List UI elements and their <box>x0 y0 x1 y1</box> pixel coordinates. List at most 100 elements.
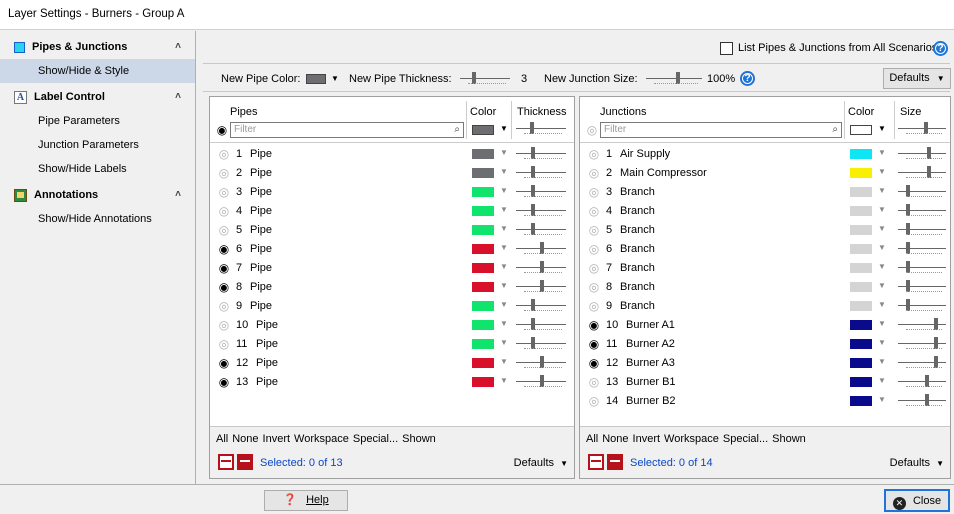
row-slider[interactable] <box>516 337 566 351</box>
row-color-swatch[interactable] <box>850 206 872 216</box>
chevron-down-icon[interactable]: ▼ <box>878 357 886 366</box>
chevron-down-icon[interactable]: ▼ <box>500 376 508 385</box>
row-slider[interactable] <box>516 147 566 161</box>
list-item[interactable]: ◎ 11 Pipe ▼ <box>210 335 574 354</box>
eye-off-icon[interactable]: ◎ <box>216 338 232 350</box>
sidebar-header-annotations[interactable]: Annotations ˄ <box>0 183 195 207</box>
eye-off-icon[interactable]: ◎ <box>586 395 602 407</box>
chevron-down-icon[interactable]: ▼ <box>878 395 886 404</box>
eye-off-icon[interactable]: ◎ <box>216 167 232 179</box>
row-slider[interactable] <box>898 147 946 161</box>
eye-icon[interactable]: ◉ <box>586 319 602 331</box>
row-slider[interactable] <box>898 185 946 199</box>
deselect-all-icon[interactable] <box>588 454 604 470</box>
row-color-swatch[interactable] <box>850 225 872 235</box>
column-header-size[interactable]: Size <box>900 106 921 118</box>
list-item[interactable]: ◎ 1 Air Supply ▼ <box>580 145 950 164</box>
list-item[interactable]: ◎ 9 Pipe ▼ <box>210 297 574 316</box>
list-item[interactable]: ◎ 8 Branch ▼ <box>580 278 950 297</box>
footer-link-special[interactable]: Special... <box>723 433 768 445</box>
deselect-all-icon[interactable] <box>218 454 234 470</box>
column-header-thickness[interactable]: Thickness <box>517 106 567 118</box>
sidebar-header-label-control[interactable]: A Label Control ˄ <box>0 85 195 109</box>
row-slider[interactable] <box>898 166 946 180</box>
footer-link-none[interactable]: None <box>232 433 258 445</box>
row-slider[interactable] <box>516 185 566 199</box>
row-slider[interactable] <box>516 242 566 256</box>
row-slider[interactable] <box>898 299 946 313</box>
new-pipe-thickness-slider[interactable] <box>460 72 510 86</box>
chevron-down-icon[interactable]: ▼ <box>500 300 508 309</box>
row-slider[interactable] <box>898 394 946 408</box>
list-item[interactable]: ◎ 4 Branch ▼ <box>580 202 950 221</box>
row-color-swatch[interactable] <box>472 244 494 254</box>
row-slider[interactable] <box>898 223 946 237</box>
row-slider[interactable] <box>516 318 566 332</box>
list-item[interactable]: ◎ 7 Branch ▼ <box>580 259 950 278</box>
defaults-dropdown-button[interactable]: Defaults ▼ <box>883 68 951 89</box>
row-color-swatch[interactable] <box>850 263 872 273</box>
row-color-swatch[interactable] <box>472 263 494 273</box>
column-header-pipes[interactable]: Pipes <box>230 106 258 118</box>
header-thickness-slider[interactable] <box>516 122 566 136</box>
footer-link-invert[interactable]: Invert <box>633 433 661 445</box>
sidebar-header-pipes-junctions[interactable]: Pipes & Junctions ˄ <box>0 35 195 59</box>
list-item[interactable]: ◎ 3 Branch ▼ <box>580 183 950 202</box>
chevron-down-icon[interactable]: ▼ <box>878 224 886 233</box>
eye-off-icon[interactable]: ◎ <box>586 281 602 293</box>
sidebar-item-show-hide-annotations[interactable]: Show/Hide Annotations <box>0 207 195 231</box>
chevron-down-icon[interactable]: ▼ <box>500 124 508 133</box>
row-slider[interactable] <box>516 261 566 275</box>
list-item[interactable]: ◎ 1 Pipe ▼ <box>210 145 574 164</box>
row-slider[interactable] <box>898 318 946 332</box>
chevron-down-icon[interactable]: ▼ <box>878 281 886 290</box>
row-color-swatch[interactable] <box>472 358 494 368</box>
chevron-down-icon[interactable]: ▼ <box>500 338 508 347</box>
column-header-junctions[interactable]: Junctions <box>600 106 646 118</box>
chevron-down-icon[interactable]: ▼ <box>500 224 508 233</box>
eye-off-icon[interactable]: ◎ <box>586 243 602 255</box>
list-item[interactable]: ◉ 10 Burner A1 ▼ <box>580 316 950 335</box>
eye-icon[interactable]: ◉ <box>216 262 232 274</box>
chevron-up-icon[interactable]: ˄ <box>175 41 181 52</box>
row-color-swatch[interactable] <box>850 187 872 197</box>
row-slider[interactable] <box>898 261 946 275</box>
pipes-defaults-button[interactable]: Defaults ▼ <box>514 457 568 469</box>
sidebar-item-show-hide-style[interactable]: Show/Hide & Style <box>0 59 195 83</box>
row-color-swatch[interactable] <box>850 244 872 254</box>
eye-icon[interactable]: ◉ <box>586 338 602 350</box>
sidebar-item-pipe-parameters[interactable]: Pipe Parameters <box>0 109 195 133</box>
eye-off-icon[interactable]: ◎ <box>586 224 602 236</box>
chevron-up-icon[interactable]: ˄ <box>175 91 181 102</box>
pipes-filter-input[interactable]: Filter ⌕ <box>230 122 464 138</box>
chevron-down-icon[interactable]: ▼ <box>878 186 886 195</box>
eye-icon[interactable]: ◉ <box>216 376 232 388</box>
eye-off-icon[interactable]: ◎ <box>216 224 232 236</box>
row-slider[interactable] <box>898 242 946 256</box>
row-color-swatch[interactable] <box>472 377 494 387</box>
row-slider[interactable] <box>898 356 946 370</box>
row-color-swatch[interactable] <box>850 339 872 349</box>
eye-icon[interactable]: ◉ <box>216 243 232 255</box>
list-item[interactable]: ◎ 2 Main Compressor ▼ <box>580 164 950 183</box>
column-header-color[interactable]: Color <box>470 106 496 118</box>
eye-icon[interactable]: ◉ <box>216 281 232 293</box>
list-item[interactable]: ◎ 5 Branch ▼ <box>580 221 950 240</box>
row-color-swatch[interactable] <box>850 377 872 387</box>
eye-off-icon[interactable]: ◎ <box>216 205 232 217</box>
footer-link-none[interactable]: None <box>602 433 628 445</box>
chevron-down-icon[interactable]: ▼ <box>500 167 508 176</box>
eye-off-icon[interactable]: ◎ <box>216 186 232 198</box>
chevron-down-icon[interactable]: ▼ <box>500 319 508 328</box>
chevron-down-icon[interactable]: ▼ <box>500 205 508 214</box>
list-item[interactable]: ◉ 7 Pipe ▼ <box>210 259 574 278</box>
row-color-swatch[interactable] <box>472 339 494 349</box>
row-color-swatch[interactable] <box>850 320 872 330</box>
row-slider[interactable] <box>516 375 566 389</box>
sidebar-item-show-hide-labels[interactable]: Show/Hide Labels <box>0 157 195 181</box>
row-slider[interactable] <box>516 166 566 180</box>
eye-off-icon[interactable]: ◎ <box>586 262 602 274</box>
chevron-down-icon[interactable]: ▼ <box>500 262 508 271</box>
select-all-icon[interactable] <box>237 454 253 470</box>
row-color-swatch[interactable] <box>472 320 494 330</box>
